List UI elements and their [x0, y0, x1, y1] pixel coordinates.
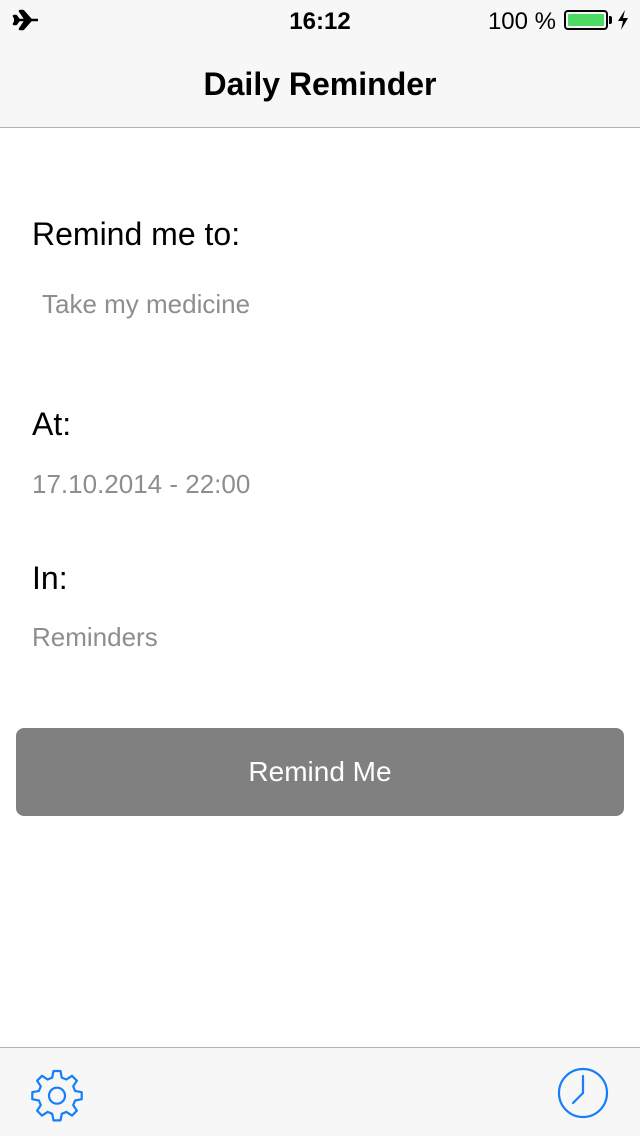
status-bar: 16:12 100 %: [0, 0, 640, 40]
page-title: Daily Reminder: [203, 66, 437, 102]
list-value[interactable]: Reminders: [32, 621, 158, 653]
date-time-value[interactable]: 17.10.2014 - 22:00: [32, 468, 250, 500]
battery-cap: [609, 16, 612, 24]
remind-me-to-label: Remind me to:: [32, 216, 241, 252]
navigation-bar: Daily Reminder: [0, 40, 640, 128]
at-label: At:: [32, 406, 72, 442]
tab-bar: [0, 1047, 640, 1136]
charging-bolt-icon: [618, 10, 628, 30]
battery-percentage: 100 %: [487, 8, 556, 35]
in-label: In:: [32, 560, 68, 596]
battery-icon: [564, 10, 608, 30]
clock-icon[interactable]: [556, 1066, 610, 1120]
remind-me-button[interactable]: Remind Me: [16, 728, 624, 816]
gear-icon[interactable]: [30, 1068, 84, 1122]
reminder-text-input[interactable]: [32, 284, 608, 324]
battery-level-fill: [568, 14, 604, 26]
